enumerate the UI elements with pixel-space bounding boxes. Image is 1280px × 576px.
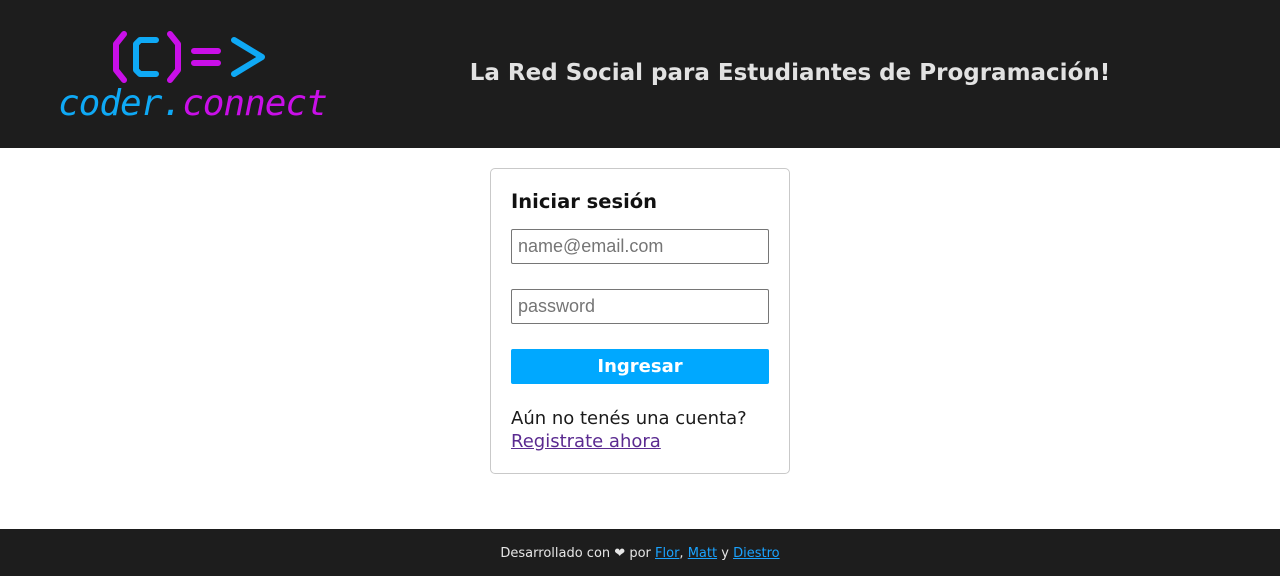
coder-connect-logo[interactable]: coder.connect [58, 30, 328, 126]
site-header: coder.connect La Red Social para Estudia… [0, 0, 1280, 148]
logo-text-coder: coder [58, 83, 162, 124]
login-title: Iniciar sesión [511, 190, 658, 213]
site-tagline: La Red Social para Estudiantes de Progra… [469, 60, 1111, 86]
logo-text-dot: . [161, 83, 183, 124]
signup-prompt: Aún no tenés una cuenta? [511, 408, 747, 429]
author-link-diestro[interactable]: Diestro [733, 546, 780, 561]
email-field[interactable] [511, 229, 769, 264]
login-form: Iniciar sesión Ingresar Aún no tenés una… [490, 168, 790, 474]
footer-comma: , [679, 546, 684, 561]
password-field[interactable] [511, 289, 769, 324]
author-link-matt[interactable]: Matt [688, 546, 717, 561]
site-footer: Desarrollado con ❤ por Flor, Matt y Dies… [0, 529, 1280, 576]
footer-por: por [629, 546, 651, 561]
heart-icon: ❤ [614, 546, 626, 561]
footer-and: y [721, 546, 729, 561]
login-submit-button[interactable]: Ingresar [511, 349, 769, 384]
author-link-flor[interactable]: Flor [655, 546, 679, 561]
footer-prefix: Desarrollado con [500, 546, 611, 561]
signup-link[interactable]: Registrate ahora [511, 430, 661, 453]
logo-symbol-icon [113, 31, 265, 83]
logo-wordmark: coder.connect [58, 82, 328, 126]
logo-text-connect: connect [182, 83, 328, 124]
